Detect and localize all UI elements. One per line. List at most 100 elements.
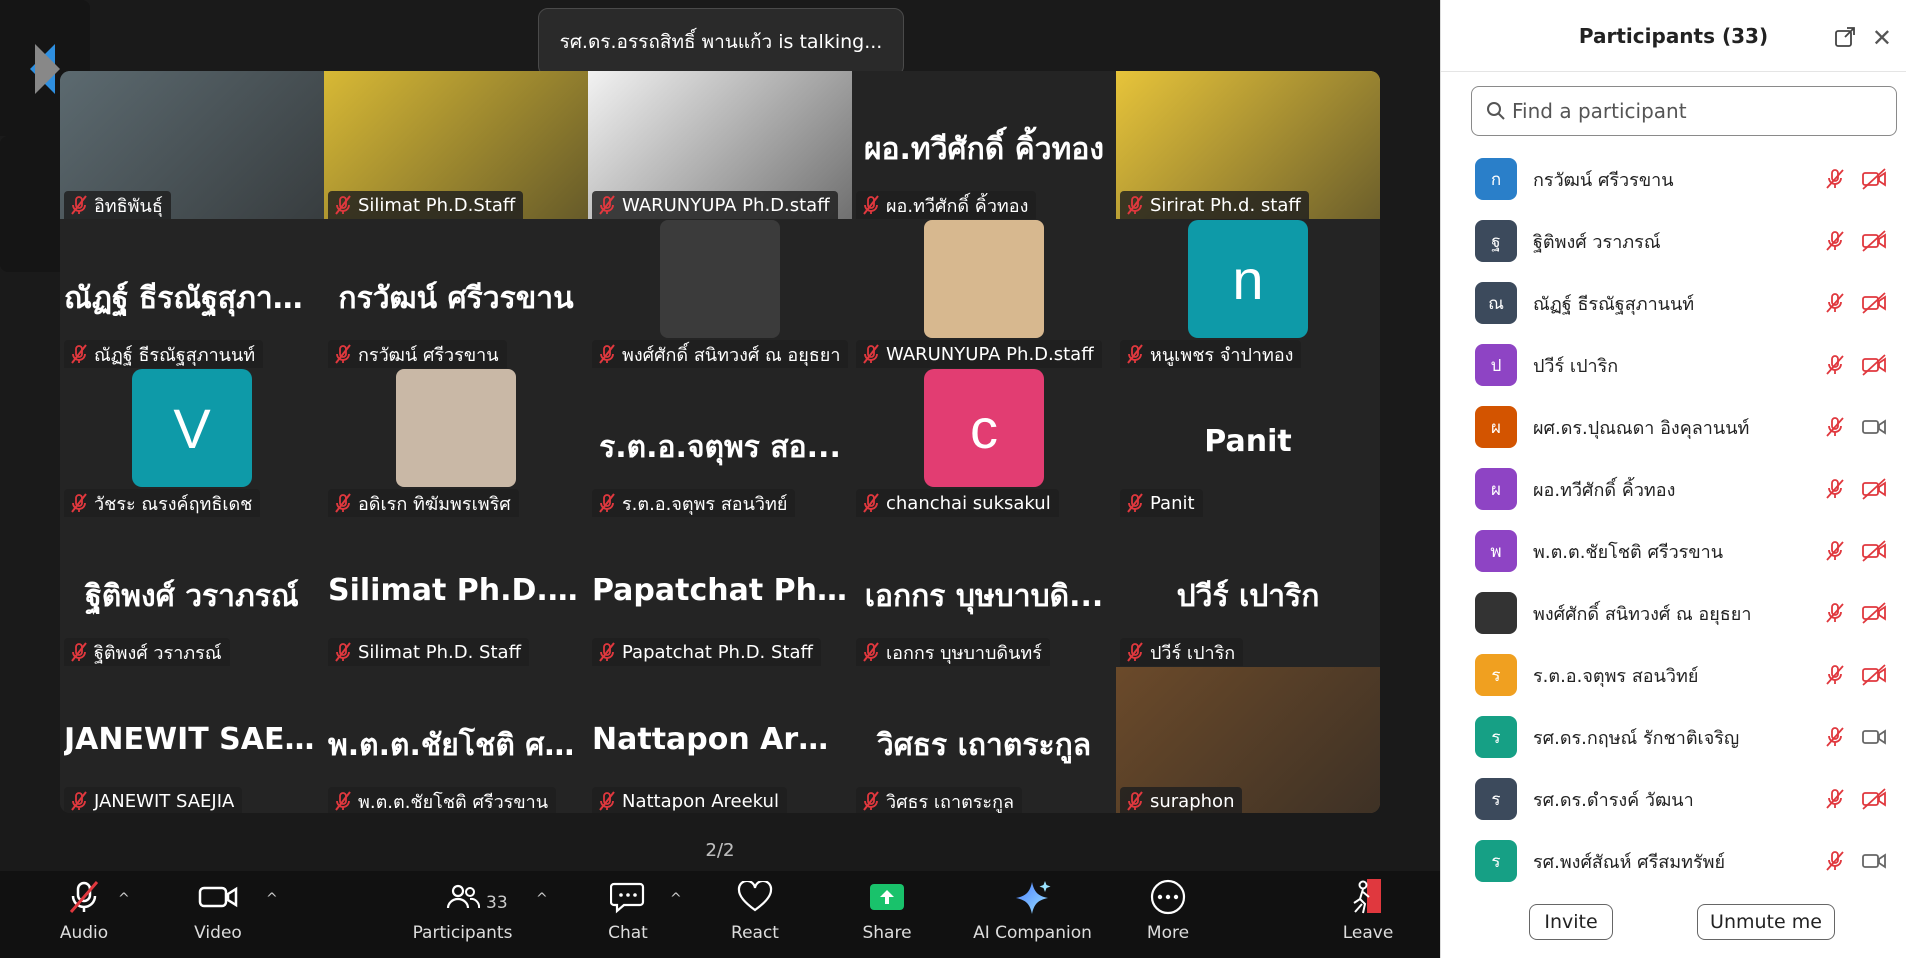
mic-muted-icon[interactable] — [1823, 415, 1847, 439]
video-tile[interactable]: ฐิติพงศ์ วราภรณ์ ฐิติพงศ์ วราภรณ์ — [60, 518, 324, 666]
video-off-icon[interactable] — [1861, 353, 1887, 377]
participant-row[interactable]: ฐ ฐิติพงศ์ วราภรณ์ — [1441, 210, 1906, 272]
mic-muted-icon[interactable] — [1823, 291, 1847, 315]
participant-row[interactable]: ป ปวีร์ เปาริก — [1441, 334, 1906, 396]
display-name: ฐิติพงศ์ วราภรณ์ — [85, 579, 299, 614]
video-tile[interactable]: Papatchat Ph.D.... Papatchat Ph.D. Staff — [588, 518, 852, 666]
video-tile[interactable]: ผอ.ทวีศักดิ์ คิ้วทอง ผอ.ทวีศักดิ์ คิ้วทอง — [852, 71, 1116, 219]
video-tile[interactable]: วิศธร เถาตระกูล วิศธร เถาตระกูล — [852, 667, 1116, 813]
participant-row[interactable]: ก กรวัฒน์ ศรีวรขาน — [1441, 148, 1906, 210]
more-button[interactable]: More — [1136, 871, 1200, 958]
unmute-me-button[interactable]: Unmute me — [1697, 904, 1835, 940]
participant-name: ปวีร์ เปาริก — [1533, 355, 1619, 377]
video-tile[interactable]: suraphon — [1116, 667, 1380, 813]
video-tile[interactable]: ณัฏฐ์ ธีรณัฐสุภาน... ณัฏฐ์ ธีรณัฐสุภานนท์ — [60, 220, 324, 368]
mic-muted-icon — [863, 493, 879, 513]
participant-name: ณัฏฐ์ ธีรณัฐสุภานนท์ — [94, 344, 256, 366]
participant-row[interactable]: ผ ผอ.ทวีศักดิ์ คิ้วทอง — [1441, 458, 1906, 520]
video-tile[interactable]: Nattapon Areekul Nattapon Areekul — [588, 667, 852, 813]
mic-muted-icon[interactable] — [1823, 167, 1847, 191]
mic-muted-icon[interactable] — [1823, 725, 1847, 749]
leave-button[interactable]: Leave — [1336, 871, 1400, 958]
video-off-icon[interactable] — [1861, 167, 1887, 191]
participant-name: รศ.พงศ์สัณห์ ศรีสมทรัพย์ — [1533, 851, 1726, 873]
video-off-icon[interactable] — [1861, 539, 1887, 563]
video-tile[interactable]: พ.ต.ต.ชัยโชติ ศรี... พ.ต.ต.ชัยโชติ ศรีวรข… — [324, 667, 588, 813]
mic-muted-icon[interactable] — [1823, 539, 1847, 563]
name-tag: ผอ.ทวีศักดิ์ คิ้วทอง — [856, 191, 1037, 219]
participant-row[interactable]: ร รศ.พงศ์สัณห์ ศรีสมทรัพย์ — [1441, 830, 1906, 892]
audio-options-caret[interactable]: ^ — [118, 891, 130, 907]
participant-row[interactable]: ผ ผศ.ดร.ปุณณดา อิงคุลานนท์ — [1441, 396, 1906, 458]
participant-avatar: ฐ — [1475, 220, 1517, 262]
video-off-icon[interactable] — [1861, 787, 1887, 811]
video-icon[interactable] — [1861, 415, 1887, 439]
name-tag: Nattapon Areekul — [592, 787, 787, 813]
display-name: Papatchat Ph.D.... — [592, 573, 848, 608]
video-tile[interactable]: n หนูเพชร จำปาทอง — [1116, 220, 1380, 368]
video-tile[interactable]: Silimat Ph.D. St... Silimat Ph.D. Staff — [324, 518, 588, 666]
mic-muted-icon[interactable] — [1823, 353, 1847, 377]
video-tile[interactable]: JANEWIT SAEJIA JANEWIT SAEJIA — [60, 667, 324, 813]
ai-companion-button[interactable]: AI Companion — [970, 871, 1095, 958]
close-icon[interactable]: ✕ — [1872, 24, 1892, 52]
video-options-caret[interactable]: ^ — [266, 891, 278, 907]
video-tile[interactable]: V วัชระ ณรงค์ฤทธิเดช — [60, 369, 324, 517]
mic-muted-icon[interactable] — [1823, 601, 1847, 625]
display-name: ร.ต.อ.จตุพร สอ... — [599, 430, 841, 465]
video-tile[interactable]: พงศ์ศักดิ์ สนิทวงศ์ ณ อยุธยา — [588, 220, 852, 368]
audio-button[interactable]: Audio — [44, 871, 124, 958]
share-button[interactable]: Share — [852, 871, 922, 958]
video-off-icon[interactable] — [1861, 229, 1887, 253]
video-tile[interactable]: c chanchai suksakul — [852, 369, 1116, 517]
participant-row[interactable]: ร ร.ต.อ.จตุพร สอนวิทย์ — [1441, 644, 1906, 706]
participant-name: ฐิติพงศ์ วราภรณ์ — [94, 642, 222, 664]
mic-muted-icon — [335, 791, 351, 811]
mic-muted-icon[interactable] — [1823, 663, 1847, 687]
participant-row[interactable]: ร รศ.ดร.กฤษณ์ รักชาติเจริญ — [1441, 706, 1906, 768]
video-off-icon[interactable] — [1861, 663, 1887, 687]
more-label: More — [1146, 923, 1190, 943]
participants-options-caret[interactable]: ^ — [536, 891, 548, 907]
mic-muted-icon — [863, 791, 879, 811]
pop-out-icon[interactable] — [1834, 26, 1856, 48]
participant-row[interactable]: พงศ์ศักดิ์ สนิทวงศ์ ณ อยุธยา — [1441, 582, 1906, 644]
video-tile[interactable]: อดิเรก ทิฆัมพรเพริศ — [324, 369, 588, 517]
video-tile[interactable]: WARUNYUPA Ph.D.staff — [852, 220, 1116, 368]
video-tile[interactable]: Panit Panit — [1116, 369, 1380, 517]
participant-avatar: พ — [1475, 530, 1517, 572]
participants-button[interactable]: Participants — [410, 871, 515, 958]
participant-name: Silimat Ph.D.Staff — [358, 194, 516, 216]
mic-muted-icon[interactable] — [1823, 849, 1847, 873]
participant-name: เอกกร บุษบาบดินทร์ — [886, 642, 1042, 664]
video-off-icon[interactable] — [1861, 601, 1887, 625]
video-tile[interactable]: อิทธิพันธุ์ — [60, 71, 324, 219]
react-button[interactable]: React — [720, 871, 790, 958]
chat-options-caret[interactable]: ^ — [670, 891, 682, 907]
video-tile[interactable]: WARUNYUPA Ph.D.staff — [588, 71, 852, 219]
search-input[interactable]: Find a participant — [1471, 86, 1897, 136]
chat-button[interactable]: Chat — [595, 871, 661, 958]
mic-muted-icon[interactable] — [1823, 787, 1847, 811]
participant-name: พงศ์ศักดิ์ สนิทวงศ์ ณ อยุธยา — [1533, 603, 1752, 625]
video-tile[interactable]: เอกกร บุษบาบดิ... เอกกร บุษบาบดินทร์ — [852, 518, 1116, 666]
display-name: Silimat Ph.D. St... — [328, 573, 584, 608]
mic-muted-icon[interactable] — [1823, 229, 1847, 253]
video-tile[interactable]: ปวีร์ เปาริก ปวีร์ เปาริก — [1116, 518, 1380, 666]
video-button[interactable]: Video — [178, 871, 258, 958]
video-tile[interactable]: กรวัฒน์ ศรีวรขาน กรวัฒน์ ศรีวรขาน — [324, 220, 588, 368]
participant-name: หนูเพชร จำปาทอง — [1150, 344, 1294, 366]
video-off-icon[interactable] — [1861, 291, 1887, 315]
video-tile[interactable]: Sirirat Ph.d. staff — [1116, 71, 1380, 219]
participant-row[interactable]: ร รศ.ดร.ดำรงค์ วัฒนา — [1441, 768, 1906, 830]
mic-muted-icon — [71, 344, 87, 364]
invite-button[interactable]: Invite — [1529, 904, 1613, 940]
participant-row[interactable]: ณ ณัฏฐ์ ธีรณัฐสุภานนท์ — [1441, 272, 1906, 334]
video-tile[interactable]: ร.ต.อ.จตุพร สอ... ร.ต.อ.จตุพร สอนวิทย์ — [588, 369, 852, 517]
video-tile[interactable]: Silimat Ph.D.Staff — [324, 71, 588, 219]
participant-row[interactable]: พ พ.ต.ต.ชัยโชติ ศรีวรขาน — [1441, 520, 1906, 582]
video-icon[interactable] — [1861, 849, 1887, 873]
video-off-icon[interactable] — [1861, 477, 1887, 501]
mic-muted-icon[interactable] — [1823, 477, 1847, 501]
video-icon[interactable] — [1861, 725, 1887, 749]
